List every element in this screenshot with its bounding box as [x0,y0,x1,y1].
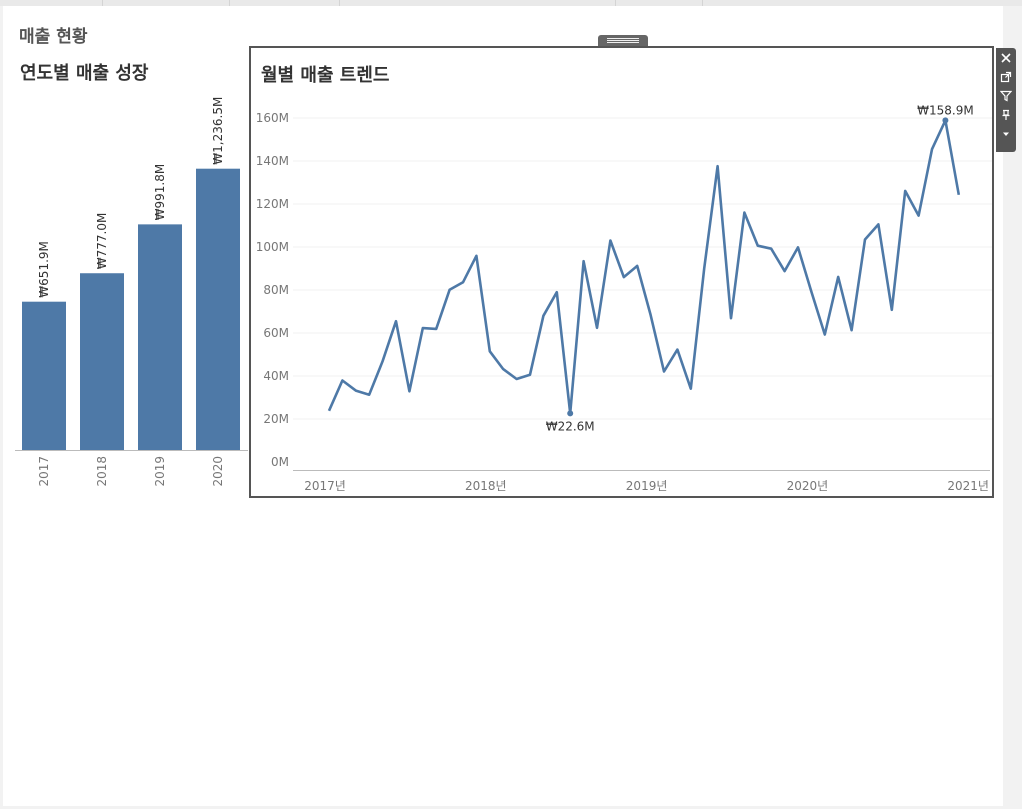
bar-value-label: ₩651.9M [37,241,51,298]
annotated-point[interactable] [942,117,949,124]
bar-2017[interactable] [22,301,66,450]
y-tick-label: 100M [256,240,289,254]
bar-2020[interactable] [196,168,240,450]
sales-trend-line[interactable] [327,119,961,415]
y-tick-label: 80M [263,283,289,297]
monthly-trend-panel[interactable]: 0M 20M 40M 60M 80M 100M 120M 140M 160M 2017년 2018년… [249,46,994,498]
dashboard-canvas: 매출 현황 연도별 매출 성장 ₩651.9M 2017 ₩777.0M 2018 ₩9… [3,6,1016,806]
y-tick-label: 20M [263,412,289,426]
more-options-icon[interactable] [996,124,1016,143]
dashboard-title: 매출 현황 [19,27,88,47]
bar-value-label: ₩777.0M [95,213,109,270]
monthly-sales-line-chart: 0M 20M 40M 60M 80M 100M 120M 140M 160M 2017년 2018년… [256,103,992,493]
filter-icon[interactable] [996,86,1016,105]
y-tick-label: 120M [256,197,289,211]
y-tick-label: 40M [263,369,289,383]
y-tick-label: 160M [256,111,289,125]
yearly-sales-bar-chart: ₩651.9M 2017 ₩777.0M 2018 ₩991.8M 2019 ₩1,236.… [15,97,248,487]
x-tick-label: 2018년 [465,479,507,493]
popout-icon[interactable] [996,67,1016,86]
bar-chart-title: 연도별 매출 성장 [20,63,149,84]
bar-value-label: ₩1,236.5M [211,97,225,165]
line-chart-title: 월별 매출 트렌드 [261,65,390,86]
x-tick-label: 2019년 [626,479,668,493]
worksheet-toolbar [996,48,1016,152]
x-tick-label: 2021년 [947,479,989,493]
bar-2018[interactable] [80,273,124,450]
x-tick-label: 2017년 [304,479,346,493]
close-icon[interactable] [996,48,1016,67]
y-tick-label: 140M [256,154,289,168]
y-tick-label: 60M [263,326,289,340]
annotated-point[interactable] [567,410,574,417]
x-tick-label: 2020년 [787,479,829,493]
bar-category-label: 2020 [211,456,225,487]
bar-value-label: ₩991.8M [153,164,167,221]
y-tick-label: 0M [271,455,289,469]
bar-category-label: 2019 [153,456,167,487]
point-annotation-label: ₩158.9M [917,103,974,117]
bar-category-label: 2017 [37,456,51,487]
bar-2019[interactable] [138,224,182,450]
bar-category-label: 2018 [95,456,109,487]
point-annotation-label: ₩22.6M [546,419,595,433]
pin-icon[interactable] [996,105,1016,124]
